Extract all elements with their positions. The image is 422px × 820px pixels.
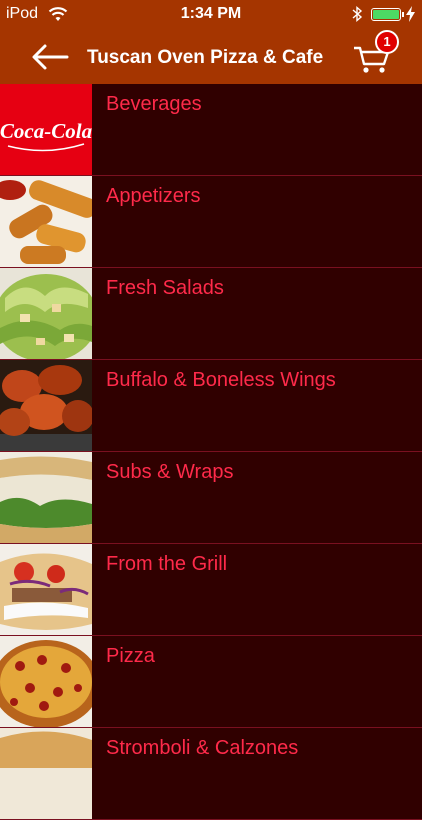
caesar-salad-photo: [0, 268, 92, 359]
category-label: Subs & Wraps: [106, 461, 234, 483]
pizza-photo: [0, 636, 92, 727]
wrap-photo: [0, 452, 92, 543]
category-label: Buffalo & Boneless Wings: [106, 369, 336, 391]
back-arrow-icon[interactable]: [30, 43, 70, 71]
category-row-stromboli-calzones[interactable]: Stromboli & Calzones: [0, 728, 422, 820]
category-row-from-the-grill[interactable]: From the Grill: [0, 544, 422, 636]
status-bar: iPod 1:34 PM: [0, 0, 422, 30]
category-row-pizza[interactable]: Pizza: [0, 636, 422, 728]
bluetooth-icon: [352, 5, 363, 23]
category-row-fresh-salads[interactable]: Fresh Salads: [0, 268, 422, 360]
category-row-wings[interactable]: Buffalo & Boneless Wings: [0, 360, 422, 452]
coca-cola-logo: Coca-Cola: [0, 84, 92, 175]
category-row-appetizers[interactable]: Appetizers: [0, 176, 422, 268]
mozzarella-sticks-photo: [0, 176, 92, 267]
category-label: Beverages: [106, 93, 202, 115]
category-row-beverages[interactable]: Coca-Cola Beverages: [0, 84, 422, 176]
page-title: Tuscan Oven Pizza & Cafe: [87, 47, 324, 68]
gyro-photo: [0, 544, 92, 635]
calzone-photo: [0, 728, 92, 819]
category-label: Stromboli & Calzones: [106, 737, 299, 759]
category-list: Coca-Cola Beverages Appetizers Fresh Sal…: [0, 84, 422, 820]
battery-icon: [371, 8, 401, 21]
buffalo-wings-photo: [0, 360, 92, 451]
svg-text:Coca-Cola: Coca-Cola: [0, 119, 92, 143]
category-label: Pizza: [106, 645, 155, 667]
charging-bolt-icon: [406, 6, 415, 22]
category-label: Fresh Salads: [106, 277, 224, 299]
category-label: From the Grill: [106, 553, 228, 575]
nav-bar: Tuscan Oven Pizza & Cafe 1: [0, 30, 422, 84]
category-row-subs-wraps[interactable]: Subs & Wraps: [0, 452, 422, 544]
cart-count-badge: 1: [375, 30, 399, 54]
category-label: Appetizers: [106, 185, 201, 207]
battery-tip: [402, 12, 404, 17]
